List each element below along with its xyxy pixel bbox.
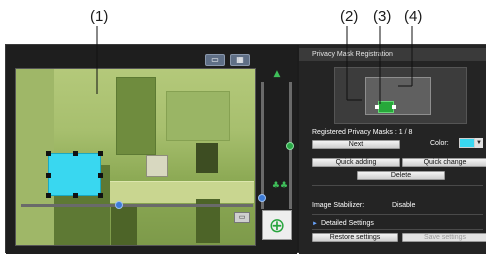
callout-4: (4): [404, 8, 423, 25]
zoom-slider[interactable]: [258, 82, 266, 209]
save-settings-button[interactable]: Save settings: [402, 233, 486, 242]
tilt-up-icon: ▲: [273, 69, 281, 79]
quick-change-button[interactable]: Quick change: [402, 158, 486, 167]
color-label: Color:: [430, 140, 449, 147]
restore-settings-button[interactable]: Restore settings: [312, 233, 398, 242]
callout-1: (1): [90, 8, 109, 25]
chevron-down-icon[interactable]: ▼: [475, 138, 483, 148]
next-button[interactable]: Next: [312, 140, 400, 149]
mask-position-preview[interactable]: [334, 67, 467, 124]
image-stabilizer-value: Disable: [392, 202, 416, 209]
panel-title: Privacy Mask Registration: [299, 48, 486, 61]
settings-panel: Privacy Mask Registration Registered Pri…: [299, 45, 486, 254]
video-image[interactable]: [15, 68, 256, 246]
registered-masks-count: Registered Privacy Masks : 1 / 8: [312, 129, 413, 136]
screen-icon[interactable]: ▭: [234, 212, 250, 223]
callout-3: (3): [373, 8, 392, 25]
mask-handle-top-left[interactable]: [46, 151, 51, 156]
divider: [312, 185, 483, 186]
mask-handle-top-right[interactable]: [98, 151, 103, 156]
privacy-mask-area[interactable]: [46, 151, 103, 198]
delete-button[interactable]: Delete: [357, 171, 445, 180]
divider: [312, 214, 483, 215]
mask-handle-left[interactable]: [46, 173, 51, 178]
mask-handle-right[interactable]: [98, 173, 103, 178]
callout-2: (2): [340, 8, 359, 25]
grid-icon[interactable]: ▦: [230, 54, 250, 66]
focus-slider-knob[interactable]: [286, 141, 294, 150]
mask-handle-bottom[interactable]: [73, 193, 78, 198]
preview-handle-right[interactable]: [392, 105, 396, 109]
frame-icon[interactable]: ▭: [205, 54, 225, 66]
camera-viewer: ▭ ▦ ▲ ♣♣ ▭ ⊕: [6, 45, 297, 254]
detailed-settings-label: Detailed Settings: [320, 220, 374, 227]
quick-adding-button[interactable]: Quick adding: [312, 158, 400, 167]
expand-arrow-icon: ►: [312, 221, 318, 227]
trees-icon: ♣♣: [271, 181, 289, 191]
detailed-settings-toggle[interactable]: ► Detailed Settings: [312, 220, 374, 227]
image-stabilizer-label: Image Stabilizer:: [312, 202, 365, 209]
mask-handle-bottom-right[interactable]: [98, 193, 103, 198]
zoom-slider-knob[interactable]: [258, 193, 266, 202]
preview-handle-left[interactable]: [375, 105, 379, 109]
preview-frame: [365, 77, 431, 115]
divider: [312, 229, 483, 230]
privacy-mask-window: ▭ ▦ ▲ ♣♣ ▭ ⊕ Privacy Mask Registration R…: [5, 44, 486, 254]
pan-slider[interactable]: [21, 201, 253, 209]
target-icon[interactable]: ⊕: [262, 210, 292, 240]
mask-color-swatch[interactable]: [459, 138, 475, 148]
mask-handle-bottom-left[interactable]: [46, 193, 51, 198]
mask-handle-top[interactable]: [73, 151, 78, 156]
